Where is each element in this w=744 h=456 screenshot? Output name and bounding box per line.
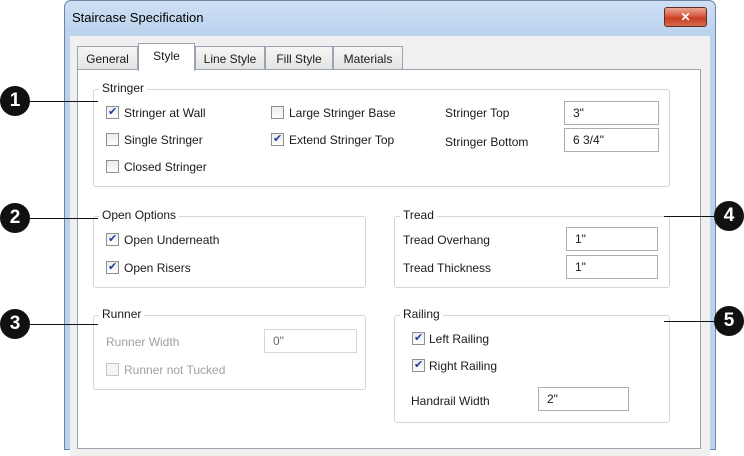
tab-fill-style[interactable]: Fill Style (265, 46, 333, 69)
tab-style[interactable]: Style (138, 43, 195, 71)
tab-materials[interactable]: Materials (333, 46, 403, 69)
tread-thickness-label: Tread Thickness (403, 261, 492, 275)
callout-4-leader (664, 216, 714, 217)
open-options-group-title: Open Options (99, 208, 180, 222)
stringer-bottom-input[interactable]: 6 3/4" (564, 128, 659, 152)
runner-not-tucked-label[interactable]: Runner not Tucked (124, 363, 225, 377)
right-railing-checkbox[interactable] (412, 358, 425, 372)
open-risers-label[interactable]: Open Risers (124, 261, 191, 275)
open-options-group (93, 216, 366, 288)
large-stringer-base-checkbox[interactable] (271, 106, 284, 119)
window-title: Staircase Specification (72, 10, 204, 25)
open-risers-checkbox[interactable] (106, 260, 119, 274)
single-stringer-label[interactable]: Single Stringer (124, 133, 203, 147)
large-stringer-base-label[interactable]: Large Stringer Base (289, 106, 396, 120)
callout-2: 2 (0, 203, 30, 233)
open-underneath-checkbox[interactable] (106, 232, 119, 246)
tread-group-title: Tread (400, 208, 437, 222)
left-railing-checkbox[interactable] (412, 331, 425, 345)
handrail-width-input[interactable]: 2" (538, 387, 629, 411)
stringer-bottom-label: Stringer Bottom (445, 135, 529, 149)
extend-stringer-top-checkbox[interactable] (271, 132, 284, 146)
stringer-top-label: Stringer Top (445, 106, 510, 120)
callout-1-leader (30, 101, 98, 102)
stringer-top-input[interactable]: 3" (564, 101, 659, 125)
callout-5: 5 (714, 306, 744, 336)
runner-width-input[interactable]: 0" (264, 329, 357, 353)
callout-3-leader (30, 324, 98, 325)
single-stringer-checkbox[interactable] (106, 133, 119, 146)
callout-2-leader (30, 218, 98, 219)
closed-stringer-checkbox[interactable] (106, 160, 119, 173)
callout-5-leader (664, 321, 714, 322)
callout-4: 4 (714, 201, 744, 231)
callout-3: 3 (0, 309, 30, 339)
callout-1: 1 (0, 86, 30, 116)
right-railing-label[interactable]: Right Railing (429, 359, 497, 373)
stringer-at-wall-label[interactable]: Stringer at Wall (124, 106, 206, 120)
stringer-group-title: Stringer (99, 81, 148, 95)
tab-line-style[interactable]: Line Style (195, 46, 265, 69)
tab-general[interactable]: General (77, 46, 138, 69)
closed-stringer-label[interactable]: Closed Stringer (124, 160, 207, 174)
extend-stringer-top-label[interactable]: Extend Stringer Top (289, 133, 394, 147)
open-underneath-label[interactable]: Open Underneath (124, 233, 219, 247)
railing-group-title: Railing (400, 307, 443, 321)
tread-overhang-input[interactable]: 1" (566, 227, 658, 251)
runner-width-label: Runner Width (106, 335, 180, 349)
close-button[interactable]: ✕ (664, 7, 707, 27)
runner-not-tucked-checkbox[interactable] (106, 363, 119, 376)
handrail-width-label: Handrail Width (411, 394, 490, 408)
stringer-at-wall-checkbox[interactable] (106, 105, 119, 119)
left-railing-label[interactable]: Left Railing (429, 332, 489, 346)
tread-thickness-input[interactable]: 1" (566, 255, 658, 279)
runner-group-title: Runner (99, 307, 145, 321)
tread-overhang-label: Tread Overhang (403, 233, 490, 247)
